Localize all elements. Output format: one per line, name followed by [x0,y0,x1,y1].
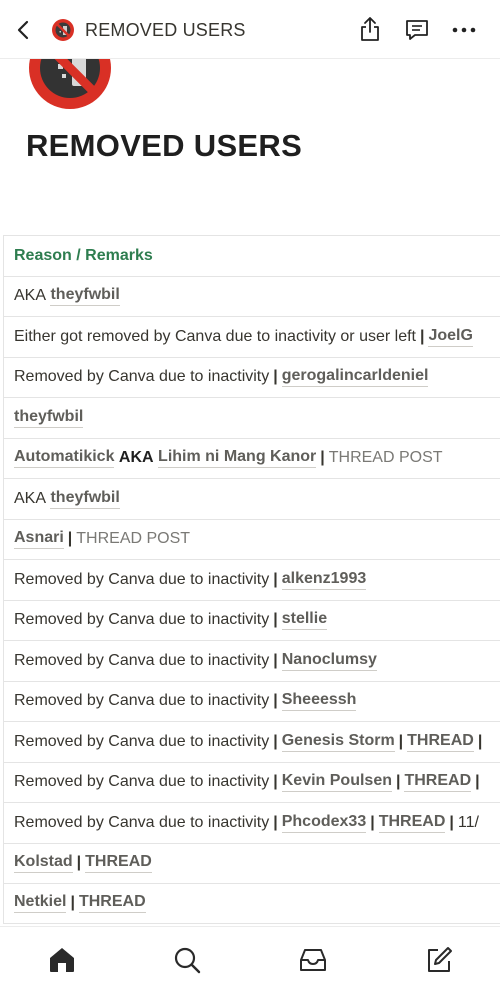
separator: | [70,894,75,912]
table-header-row[interactable]: Reason / Remarks [4,235,500,276]
separator: | [273,368,278,386]
topbar-title: REMOVED USERS [85,20,246,40]
separator: | [475,773,480,791]
date-fragment: 11/ [457,813,479,831]
remarks-table: Reason / Remarks AKA theyfwbil Either go… [4,235,500,924]
user-link[interactable]: stellie [281,610,328,631]
separator: | [398,732,404,750]
thread-link[interactable]: THREAD [407,732,474,752]
thread-link[interactable]: THREAD [78,893,146,914]
separator: | [449,813,454,831]
user-link[interactable]: Sheeessh [281,691,357,712]
table-row[interactable]: theyfwbil [4,397,500,438]
user-link[interactable]: gerogalincarldeniel [281,367,429,388]
separator: | [273,732,278,750]
remark-text: Removed by Canva due to inactivity [14,570,270,588]
user-link[interactable]: Automatikick [14,448,115,469]
table-row[interactable]: Kolstad | THREAD [4,842,500,884]
separator: | [395,773,401,791]
separator: | [273,570,278,588]
remark-text: Removed by Canva due to inactivity [14,773,270,791]
no-littering-emoji-icon [52,19,74,41]
table-row[interactable]: Removed by Canva due to inactivity | Nan… [4,640,500,681]
separator: | [273,773,278,791]
home-icon[interactable] [47,945,77,975]
aka-text: AKA [14,489,47,507]
remark-text: Removed by Canva due to inactivity [14,368,270,386]
table-row[interactable]: Automatikick AKA Lihim ni Mang Kanor | T… [4,437,500,479]
remark-text: Removed by Canva due to inactivity [14,732,270,750]
column-header-reason-remarks: Reason / Remarks [14,246,153,264]
user-link[interactable]: JoelG [428,327,473,347]
user-link[interactable]: Lihim ni Mang Kanor [158,448,317,469]
aka-text: AKA [118,449,154,467]
table-row[interactable]: AKA theyfwbil [4,478,500,519]
user-link[interactable]: Phcodex33 [281,813,367,833]
remark-text: Either got removed by Canva due to inact… [14,327,416,345]
separator: | [477,732,483,750]
page-title: REMOVED USERS [26,128,303,163]
table-row[interactable]: Removed by Canva due to inactivity | Kev… [4,761,500,803]
user-link[interactable]: Kolstad [14,853,73,874]
separator: | [273,813,278,831]
user-link[interactable]: Genesis Storm [281,732,395,752]
table-row[interactable]: AKA theyfwbil [4,275,500,317]
separator: | [419,327,425,345]
table-row[interactable]: Netkiel | THREAD [4,883,500,924]
inbox-icon[interactable] [298,945,328,975]
separator: | [370,813,375,831]
thread-link[interactable]: THREAD [404,772,472,793]
separator: | [273,651,278,669]
user-link[interactable]: theyfwbil [50,489,120,509]
table-row[interactable]: Removed by Canva due to inactivity | alk… [4,559,500,600]
thread-link[interactable]: THREAD [378,813,446,833]
table-row[interactable]: Removed by Canva due to inactivity | Gen… [4,721,500,762]
user-link[interactable]: alkenz1993 [281,570,367,590]
bottom-nav [0,926,500,990]
user-link[interactable]: Kevin Poulsen [281,772,392,793]
remark-text: Removed by Canva due to inactivity [14,611,270,629]
search-icon[interactable] [172,945,202,975]
separator: | [76,854,82,872]
separator: | [67,530,73,548]
remark-text: Removed by Canva due to inactivity [14,813,270,831]
table-row[interactable]: Removed by Canva due to inactivity | Phc… [4,802,500,843]
back-chevron-icon[interactable] [12,18,34,42]
table-row[interactable]: Removed by Canva due to inactivity | ger… [4,356,500,398]
top-bar: REMOVED USERS [0,0,500,59]
separator: | [273,692,278,710]
remark-text: Removed by Canva due to inactivity [14,692,270,710]
aka-text: AKA [14,287,47,305]
share-icon[interactable] [358,16,382,42]
table-row[interactable]: Asnari | THREAD POST [4,518,500,560]
table-row[interactable]: Removed by Canva due to inactivity | She… [4,680,500,722]
user-link[interactable]: theyfwbil [50,286,120,307]
separator: | [273,611,278,629]
remark-text: Removed by Canva due to inactivity [14,651,270,669]
thread-link[interactable]: THREAD [85,853,152,874]
thread-post-link[interactable]: THREAD POST [329,449,443,467]
separator: | [320,449,325,467]
table-row[interactable]: Removed by Canva due to inactivity | ste… [4,599,500,641]
user-link[interactable]: Asnari [14,529,64,550]
user-link[interactable]: Nanoclumsy [281,651,377,671]
comment-icon[interactable] [404,18,430,42]
user-link[interactable]: Netkiel [14,893,67,914]
compose-icon[interactable] [424,945,454,975]
table-row[interactable]: Either got removed by Canva due to inact… [4,316,500,357]
more-icon[interactable] [450,20,478,40]
thread-post-link[interactable]: THREAD POST [76,530,190,548]
user-link[interactable]: theyfwbil [14,408,84,428]
